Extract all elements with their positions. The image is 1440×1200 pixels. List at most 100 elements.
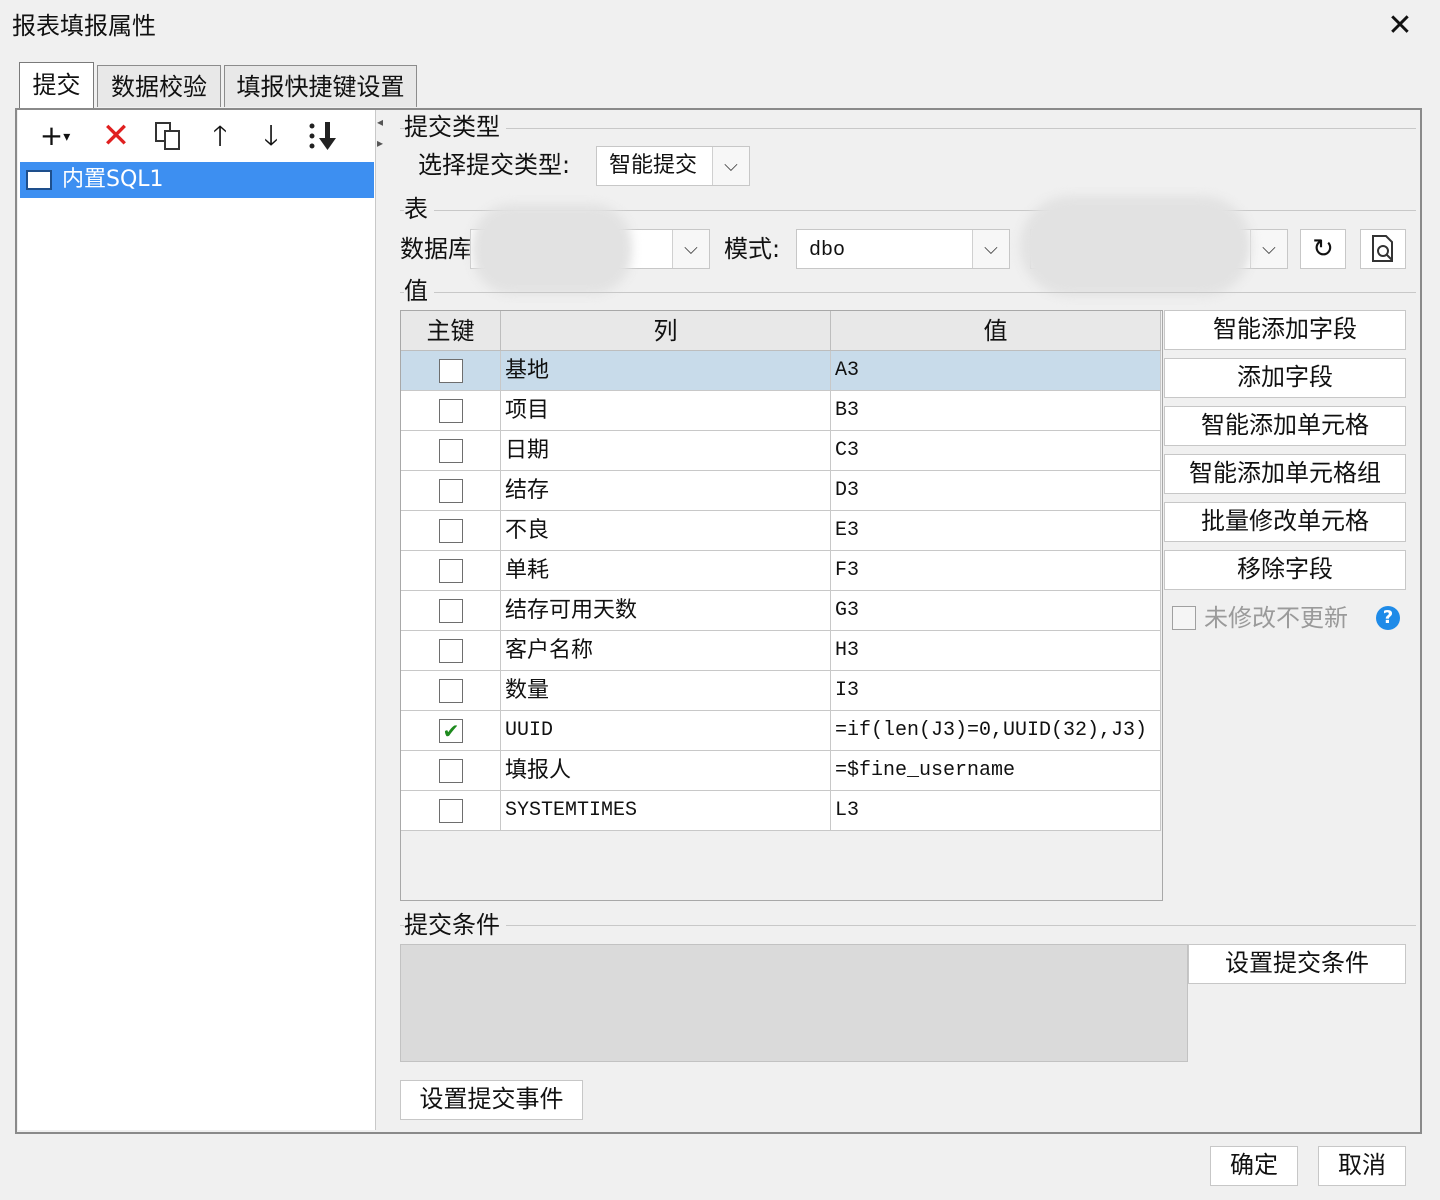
delete-icon[interactable]: ✕: [98, 118, 134, 154]
mode-select[interactable]: dbo ⌵: [796, 229, 1010, 269]
preview-table-icon[interactable]: [1360, 229, 1406, 269]
header-key[interactable]: 主键: [401, 311, 501, 351]
table-row[interactable]: 结存可用天数 G3: [401, 591, 1161, 631]
key-cell: [401, 391, 501, 431]
column-cell[interactable]: 项目: [501, 391, 831, 431]
key-cell: [401, 751, 501, 791]
value-cell[interactable]: C3: [831, 431, 1161, 471]
primary-key-checkbox[interactable]: [439, 519, 463, 543]
table-row[interactable]: 客户名称 H3: [401, 631, 1161, 671]
primary-key-checkbox[interactable]: [439, 399, 463, 423]
primary-key-checkbox[interactable]: [439, 759, 463, 783]
key-cell: [401, 511, 501, 551]
remove-field-button[interactable]: 移除字段: [1164, 550, 1406, 590]
table-row[interactable]: 不良 E3: [401, 511, 1161, 551]
primary-key-checkbox[interactable]: [439, 799, 463, 823]
key-cell: [401, 431, 501, 471]
table-row[interactable]: 填报人 =$fine_username: [401, 751, 1161, 791]
table-row[interactable]: 基地 A3: [401, 351, 1161, 391]
table-row[interactable]: 日期 C3: [401, 431, 1161, 471]
column-cell[interactable]: SYSTEMTIMES: [501, 791, 831, 831]
no-update-checkbox[interactable]: [1172, 606, 1196, 630]
submit-type-select[interactable]: 智能提交 ⌵: [596, 146, 750, 186]
column-cell[interactable]: 基地: [501, 351, 831, 391]
close-icon[interactable]: ✕: [1380, 8, 1420, 44]
value-cell[interactable]: H3: [831, 631, 1161, 671]
header-value[interactable]: 值: [831, 311, 1161, 351]
tab-shortcut-settings[interactable]: 填报快捷键设置: [224, 65, 417, 107]
table-row[interactable]: 单耗 F3: [401, 551, 1161, 591]
table-row[interactable]: 项目 B3: [401, 391, 1161, 431]
add-field-button[interactable]: 添加字段: [1164, 358, 1406, 398]
tab-submit[interactable]: 提交: [19, 62, 94, 110]
primary-key-checkbox[interactable]: [439, 679, 463, 703]
chevron-down-icon: ⌵: [712, 147, 749, 185]
move-up-icon[interactable]: 🡑: [202, 118, 238, 154]
collapse-handle[interactable]: ◂ ▸: [374, 112, 386, 154]
chevron-down-icon: ⌵: [972, 230, 1009, 268]
value-cell[interactable]: B3: [831, 391, 1161, 431]
column-cell[interactable]: 结存可用天数: [501, 591, 831, 631]
refresh-icon[interactable]: ↻: [1300, 229, 1346, 269]
primary-key-checkbox[interactable]: [439, 439, 463, 463]
value-cell[interactable]: =if(len(J3)=0,UUID(32),J3): [831, 711, 1161, 751]
value-cell[interactable]: A3: [831, 351, 1161, 391]
move-down-icon[interactable]: 🡓: [253, 118, 289, 154]
database-label: 数据库: [400, 235, 470, 263]
cancel-button[interactable]: 取消: [1318, 1146, 1406, 1186]
primary-key-checkbox[interactable]: [439, 559, 463, 583]
add-icon[interactable]: +▾: [30, 118, 80, 154]
key-cell: [401, 551, 501, 591]
mode-value: dbo: [809, 239, 846, 262]
value-cell[interactable]: D3: [831, 471, 1161, 511]
ok-button[interactable]: 确定: [1210, 1146, 1298, 1186]
column-cell[interactable]: 填报人: [501, 751, 831, 791]
table-row[interactable]: ✔ UUID =if(len(J3)=0,UUID(32),J3): [401, 711, 1161, 751]
batch-modify-cell-button[interactable]: 批量修改单元格: [1164, 502, 1406, 542]
value-cell[interactable]: =$fine_username: [831, 751, 1161, 791]
window-title: 报表填报属性: [12, 12, 156, 40]
help-icon[interactable]: ?: [1376, 606, 1400, 630]
set-condition-button[interactable]: 设置提交条件: [1188, 944, 1406, 984]
smart-add-field-button[interactable]: 智能添加字段: [1164, 310, 1406, 350]
header-column[interactable]: 列: [501, 311, 831, 351]
primary-key-checkbox[interactable]: [439, 639, 463, 663]
primary-key-checkbox-checked[interactable]: ✔: [439, 719, 463, 743]
key-cell: [401, 791, 501, 831]
value-cell[interactable]: F3: [831, 551, 1161, 591]
column-cell[interactable]: 日期: [501, 431, 831, 471]
table-row[interactable]: SYSTEMTIMES L3: [401, 791, 1161, 831]
move-bottom-icon[interactable]: [304, 118, 344, 154]
tab-data-validation[interactable]: 数据校验: [97, 65, 221, 107]
column-cell[interactable]: 单耗: [501, 551, 831, 591]
value-cell[interactable]: L3: [831, 791, 1161, 831]
key-cell: [401, 631, 501, 671]
key-cell: [401, 671, 501, 711]
column-cell[interactable]: UUID: [501, 711, 831, 751]
key-cell: [401, 591, 501, 631]
primary-key-checkbox[interactable]: [439, 359, 463, 383]
table-row[interactable]: 数量 I3: [401, 671, 1161, 711]
primary-key-checkbox[interactable]: [439, 479, 463, 503]
column-cell[interactable]: 不良: [501, 511, 831, 551]
section-submit-type: 提交类型: [404, 112, 506, 142]
column-cell[interactable]: 结存: [501, 471, 831, 511]
column-cell[interactable]: 客户名称: [501, 631, 831, 671]
smart-add-cell-group-button[interactable]: 智能添加单元格组: [1164, 454, 1406, 494]
key-cell: [401, 351, 501, 391]
redacted-area: [472, 204, 632, 294]
column-cell[interactable]: 数量: [501, 671, 831, 711]
value-cell[interactable]: E3: [831, 511, 1161, 551]
copy-icon[interactable]: [150, 118, 186, 154]
set-event-button[interactable]: 设置提交事件: [400, 1080, 583, 1120]
table-row[interactable]: 结存 D3: [401, 471, 1161, 511]
section-table: 表: [404, 194, 434, 224]
primary-key-checkbox[interactable]: [439, 599, 463, 623]
tree-item-sql1[interactable]: 内置SQL1: [20, 162, 374, 198]
key-cell: [401, 471, 501, 511]
redacted-area: [1020, 196, 1252, 296]
value-cell[interactable]: I3: [831, 671, 1161, 711]
value-cell[interactable]: G3: [831, 591, 1161, 631]
separator: [400, 128, 1416, 129]
smart-add-cell-button[interactable]: 智能添加单元格: [1164, 406, 1406, 446]
